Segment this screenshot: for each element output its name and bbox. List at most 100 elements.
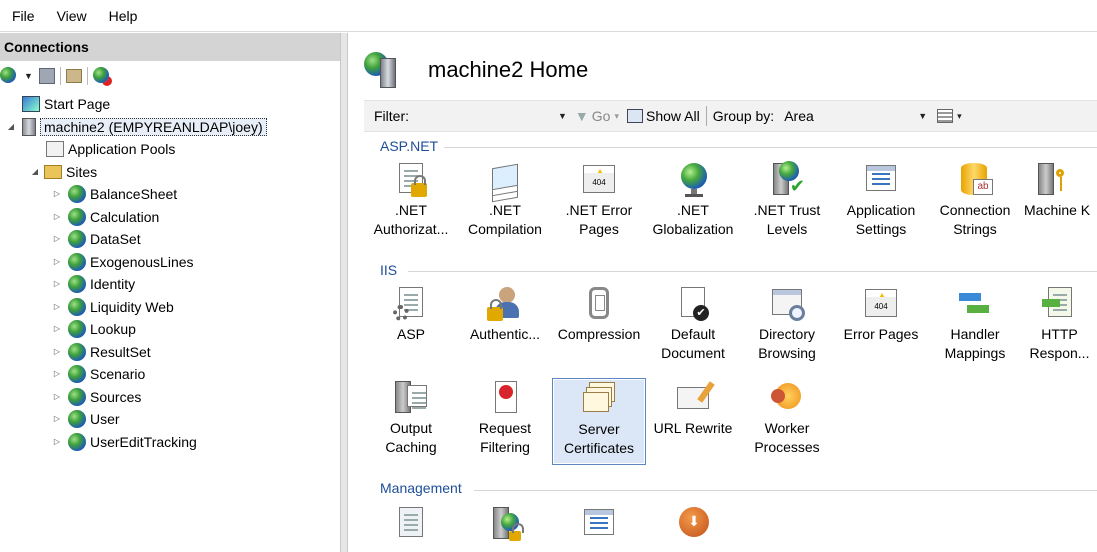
output-caching-icon	[393, 379, 429, 415]
filter-input[interactable]	[414, 105, 554, 127]
feature-label-line1: Connection	[939, 202, 1011, 218]
feature-net-authorization[interactable]: .NET Authorizat...	[364, 161, 458, 239]
expand-arrow-icon[interactable]: ▷	[52, 212, 62, 222]
section-title-management[interactable]: Management	[380, 480, 462, 496]
expand-arrow-icon[interactable]: ▷	[52, 369, 62, 379]
group-by-dropdown-icon[interactable]: ▼	[918, 111, 927, 121]
expand-arrow-icon[interactable]: ▷	[52, 392, 62, 402]
filter-dropdown-icon[interactable]: ▼	[558, 111, 567, 121]
tree-label-site: Liquidity Web	[90, 298, 174, 315]
view-mode-icon[interactable]	[937, 109, 954, 123]
view-mode-dropdown-icon[interactable]: ▾	[957, 111, 962, 122]
tree-node-site[interactable]: ▷ Lookup	[0, 318, 340, 341]
tree-node-site[interactable]: ▷ User	[0, 408, 340, 431]
feature-handler-mappings[interactable]: Handler Mappings	[928, 285, 1022, 363]
expand-arrow-icon[interactable]: ▷	[52, 302, 62, 312]
go-button[interactable]: ▼ Go	[575, 108, 611, 124]
request-filtering-icon	[487, 379, 523, 415]
tree-node-site[interactable]: ▷ Scenario	[0, 363, 340, 386]
feature-label-line2: Settings	[855, 221, 907, 237]
feature-worker-processes[interactable]: Worker Processes	[740, 379, 834, 457]
tree-node-site[interactable]: ▷ BalanceSheet	[0, 183, 340, 206]
site-globe-icon	[68, 252, 86, 271]
menu-file[interactable]: File	[4, 8, 43, 24]
tree-node-site[interactable]: ▷ DataSet	[0, 228, 340, 251]
tree-label-site: Lookup	[90, 321, 136, 338]
database-ab-icon: ab	[957, 161, 993, 197]
feature-net-trust-levels[interactable]: ✔ .NET Trust Levels	[740, 161, 834, 239]
feature-net-globalization[interactable]: .NET Globalization	[646, 161, 740, 239]
expand-arrow-icon[interactable]: ▷	[52, 437, 62, 447]
save-icon[interactable]	[38, 68, 55, 84]
feature-label-line2: Authorizat...	[373, 221, 449, 237]
menu-help[interactable]: Help	[101, 8, 146, 24]
tree-node-site[interactable]: ▷ UserEditTracking	[0, 431, 340, 454]
tree-node-sites[interactable]: ◢ Sites	[0, 161, 340, 184]
feature-default-document[interactable]: ✔ Default Document	[646, 285, 740, 363]
collapse-arrow-icon[interactable]: ◢	[30, 167, 40, 177]
tree-node-site[interactable]: ▷ Calculation	[0, 206, 340, 229]
tree-node-app-pools[interactable]: Application Pools	[0, 138, 340, 161]
show-all-button[interactable]: Show All	[627, 108, 700, 124]
feature-request-filtering[interactable]: Request Filtering	[458, 379, 552, 457]
expand-arrow-icon[interactable]: ▷	[52, 189, 62, 199]
expand-arrow-icon[interactable]: ▷	[52, 234, 62, 244]
up-level-icon[interactable]	[65, 69, 82, 83]
feature-management-item[interactable]	[364, 505, 458, 545]
feature-application-settings[interactable]: Application Settings	[834, 161, 928, 239]
feature-output-caching[interactable]: Output Caching	[364, 379, 458, 457]
tree-node-server[interactable]: ◢ machine2 (EMPYREANLDAP\joey)	[0, 116, 340, 139]
feature-management-item[interactable]	[458, 505, 552, 545]
http-response-icon	[1041, 285, 1078, 321]
start-page-icon	[22, 96, 40, 113]
feature-net-error-pages[interactable]: 404 .NET Error Pages	[552, 161, 646, 239]
feature-label-line2: Compilation	[468, 221, 542, 237]
tree-label-site: ResultSet	[90, 343, 151, 360]
feature-http-response[interactable]: HTTP Respon...	[1022, 285, 1097, 363]
connections-title: Connections	[0, 33, 340, 61]
expand-arrow-icon[interactable]: ▷	[52, 324, 62, 334]
server-icon	[22, 117, 36, 136]
feature-compression[interactable]: Compression	[552, 285, 646, 344]
feature-machine-key[interactable]: Machine K	[1022, 161, 1097, 220]
tree-label-site: User	[90, 411, 120, 428]
connect-globe-icon[interactable]	[0, 67, 18, 85]
feature-label-line2: Pages	[579, 221, 619, 237]
collapse-arrow-icon[interactable]: ◢	[6, 122, 16, 132]
section-divider	[444, 147, 1097, 148]
expand-arrow-icon[interactable]: ▷	[52, 414, 62, 424]
section-title-aspnet[interactable]: ASP.NET	[380, 138, 438, 154]
pane-splitter[interactable]	[340, 33, 348, 552]
tree-label-site: DataSet	[90, 231, 141, 248]
tree-node-site[interactable]: ▷ ExogenousLines	[0, 251, 340, 274]
feature-management-item[interactable]	[552, 505, 646, 545]
tree-node-site[interactable]: ▷ Sources	[0, 386, 340, 409]
expand-arrow-icon[interactable]: ▷	[52, 279, 62, 289]
feature-management-item[interactable]	[646, 505, 740, 545]
tree-node-site[interactable]: ▷ Identity	[0, 273, 340, 296]
tree-label-site: Sources	[90, 388, 142, 405]
feature-server-certificates[interactable]: Server Certificates	[552, 378, 646, 465]
feature-net-compilation[interactable]: .NET Compilation	[458, 161, 552, 239]
error-404-icon: 404	[863, 285, 899, 321]
expand-arrow-icon[interactable]: ▷	[52, 257, 62, 267]
feature-directory-browsing[interactable]: Directory Browsing	[740, 285, 834, 363]
feature-error-pages[interactable]: 404 Error Pages	[834, 285, 928, 344]
site-globe-icon	[68, 297, 86, 316]
tree-node-site[interactable]: ▷ ResultSet	[0, 341, 340, 364]
feature-url-rewrite[interactable]: URL Rewrite	[646, 379, 740, 438]
expand-arrow-icon[interactable]: ▷	[52, 347, 62, 357]
feature-asp[interactable]: ASP	[364, 285, 458, 344]
tree-node-site[interactable]: ▷ Liquidity Web	[0, 296, 340, 319]
menu-view[interactable]: View	[49, 8, 95, 24]
tree-node-start-page[interactable]: Start Page	[0, 93, 340, 116]
go-dropdown-icon[interactable]: ▾	[614, 111, 619, 122]
disconnect-icon[interactable]	[92, 67, 111, 85]
go-label: Go	[591, 108, 611, 124]
filter-label: Filter:	[374, 108, 409, 124]
feature-authentication[interactable]: Authentic...	[458, 285, 552, 344]
group-by-select[interactable]: Area	[784, 108, 914, 124]
connect-dropdown-icon[interactable]: ▼	[24, 71, 33, 81]
feature-connection-strings[interactable]: ab Connection Strings	[928, 161, 1022, 239]
section-title-iis[interactable]: IIS	[380, 262, 397, 278]
